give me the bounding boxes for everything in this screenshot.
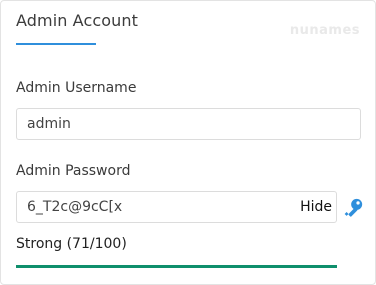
password-strength-meter (16, 265, 337, 268)
username-label: Admin Username (16, 80, 137, 96)
hide-password-button[interactable]: Hide (298, 192, 334, 222)
password-input[interactable]: 6_T2c@9cC[x Hide (16, 191, 337, 223)
watermark-logo: nunames (289, 23, 360, 38)
section-title: Admin Account (16, 11, 138, 30)
password-strength-label: Strong (71/100) (16, 236, 127, 252)
username-input[interactable] (16, 108, 361, 140)
admin-account-panel: Admin Account nunames Admin Username Adm… (0, 0, 376, 285)
password-label: Admin Password (16, 163, 131, 179)
key-icon[interactable] (342, 197, 364, 219)
password-value[interactable]: 6_T2c@9cC[x (27, 192, 122, 222)
section-title-underline (16, 43, 96, 45)
password-strength-fill (16, 265, 337, 268)
